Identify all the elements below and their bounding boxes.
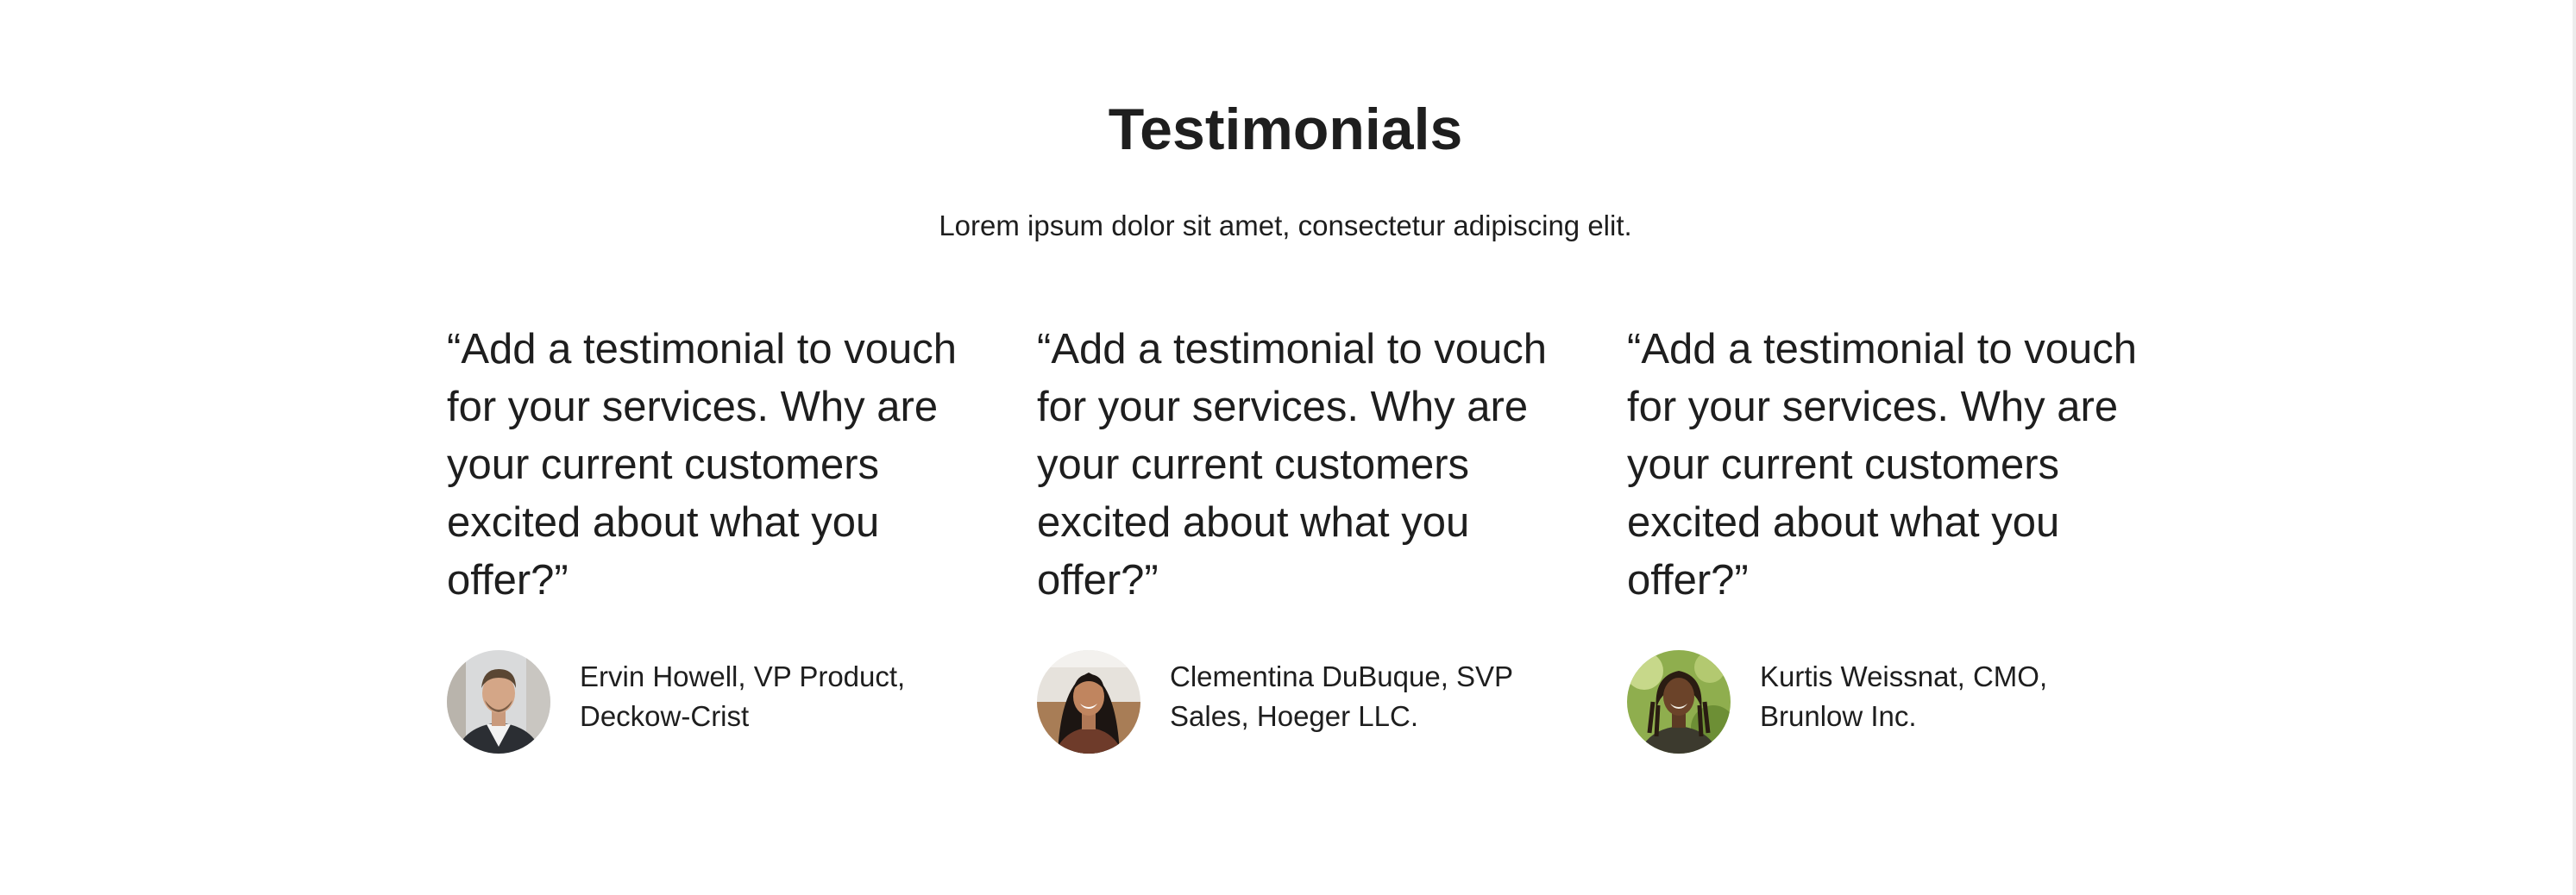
man-portrait-avatar-icon xyxy=(1627,650,1731,754)
testimonial-quote: “Add a testimonial to vouch for your ser… xyxy=(1627,326,2138,604)
author-name: Kurtis Weissnat, CMO, Brunlow Inc. xyxy=(1760,660,2048,732)
author-avatar xyxy=(447,650,550,754)
testimonial-card: “Add a testimonial to vouch for your ser… xyxy=(447,321,973,754)
testimonial-author: Clementina DuBuque, SVP Sales, Hoeger LL… xyxy=(1037,650,1563,754)
author-avatar xyxy=(1037,650,1140,754)
section-title: Testimonials xyxy=(1108,97,1463,162)
author-name: Ervin Howell, VP Product, Deckow-Crist xyxy=(580,660,906,732)
testimonial-author: Kurtis Weissnat, CMO, Brunlow Inc. xyxy=(1627,650,2153,754)
author-avatar xyxy=(1627,650,1731,754)
author-name: Clementina DuBuque, SVP Sales, Hoeger LL… xyxy=(1170,660,1513,732)
page-scrollbar[interactable] xyxy=(2573,0,2576,895)
testimonial-quote: “Add a testimonial to vouch for your ser… xyxy=(1037,326,1548,604)
testimonial-card: “Add a testimonial to vouch for your ser… xyxy=(1037,321,1563,754)
testimonial-author: Ervin Howell, VP Product, Deckow-Crist xyxy=(447,650,973,754)
testimonials-section: Testimonials Lorem ipsum dolor sit amet,… xyxy=(0,0,2571,895)
section-subtitle: Lorem ipsum dolor sit amet, consectetur … xyxy=(939,210,1632,241)
man-portrait-avatar-icon xyxy=(447,650,550,754)
testimonial-card: “Add a testimonial to vouch for your ser… xyxy=(1627,321,2153,754)
testimonial-quote: “Add a testimonial to vouch for your ser… xyxy=(447,326,958,604)
woman-portrait-avatar-icon xyxy=(1037,650,1140,754)
